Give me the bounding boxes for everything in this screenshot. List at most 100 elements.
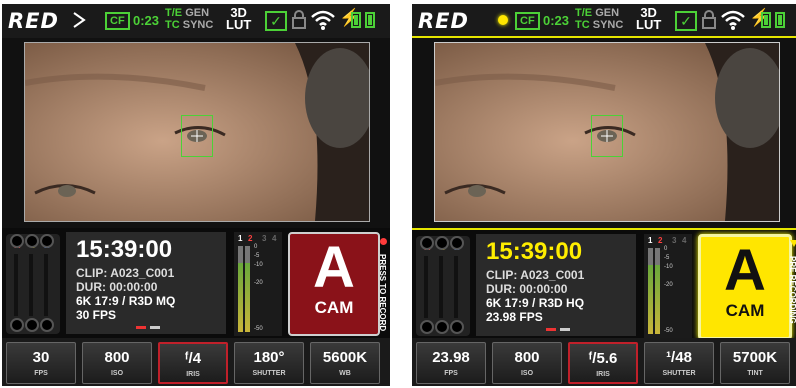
tc-label: TC	[575, 19, 590, 31]
knob-icon	[10, 234, 24, 248]
audio-meter[interactable]: 1 2 3 4 0 -5 -10 -20 -50	[644, 234, 692, 338]
focus-box[interactable]	[591, 115, 623, 157]
shutter-button[interactable]: 180° SHUTTER	[234, 342, 304, 384]
knob-icon	[10, 318, 24, 332]
checkbox-icon[interactable]: ✓	[265, 11, 287, 31]
channel-label: 1	[238, 234, 243, 243]
page-dot[interactable]	[560, 328, 570, 331]
fps-button[interactable]: 30 FPS	[6, 342, 76, 384]
cam-label: CAM	[725, 301, 765, 320]
lock-icon[interactable]	[701, 9, 717, 29]
battery-icon	[365, 12, 375, 28]
audio-meter[interactable]: 1 2 3 4 0 -5 -10 -20 -50	[234, 232, 282, 336]
wifi-icon[interactable]	[310, 9, 336, 31]
battery-icon	[351, 12, 361, 28]
iso-button[interactable]: 800 ISO	[492, 342, 562, 384]
red-logo: RED	[8, 9, 59, 33]
camera-screen-left: RED CF 0:23 T/E GEN TC SYNC 3D LUT ✓ ⚡ 1…	[2, 4, 390, 386]
rgb-histogram[interactable]: R G B	[6, 234, 60, 334]
wb-button[interactable]: 5600K WB	[310, 342, 380, 384]
status-panel: R G B 15:39:00 CLIP: A023_C001 DUR: 00:0…	[2, 228, 390, 338]
format: 6K 17:9 / R3D MQ	[76, 294, 176, 308]
wb-value: 5600K	[322, 349, 368, 366]
db-mark: 0	[664, 246, 668, 252]
knob-icon	[450, 320, 464, 334]
timecode-status[interactable]: T/E GEN TC SYNC	[165, 7, 213, 31]
knob-icon	[420, 320, 434, 334]
knob-icon	[435, 320, 449, 334]
wb-label: WB	[339, 370, 351, 377]
red-logo: RED	[418, 9, 469, 33]
iris-label: IRIS	[596, 371, 610, 378]
clip-name: CLIP: A023_C001	[76, 266, 175, 280]
knob-icon	[435, 236, 449, 250]
channel-label: 4	[272, 234, 277, 243]
press-to-record-label: PRESS TO RECORD	[378, 254, 387, 332]
iso-value: 800	[514, 349, 540, 366]
db-mark: -20	[254, 280, 263, 286]
level-bar	[648, 248, 653, 334]
db-mark: -50	[664, 328, 673, 334]
checkbox-icon[interactable]: ✓	[675, 11, 697, 31]
focus-box[interactable]	[181, 115, 213, 157]
crosshair-icon	[601, 130, 613, 142]
cam-letter: A	[724, 238, 766, 303]
te-label: T/E	[165, 7, 183, 19]
live-view[interactable]	[24, 42, 370, 222]
shutter-value: ¹/48	[666, 349, 692, 366]
page-dot-active[interactable]	[546, 328, 556, 331]
channel-label: 4	[682, 236, 687, 245]
iris-label: IRIS	[186, 371, 200, 378]
iris-button[interactable]: ᶠ/5.6 IRIS	[568, 342, 638, 384]
media-remaining-time: 0:23	[543, 13, 570, 28]
lut-bottom: LUT	[636, 17, 662, 32]
fps-value: 23.98	[432, 349, 470, 366]
rgb-histogram[interactable]: R G B	[416, 236, 470, 336]
page-dot-active[interactable]	[136, 326, 146, 329]
record-button[interactable]: A CAM	[288, 232, 380, 336]
db-mark: -5	[254, 253, 260, 259]
top-status-bar: RED CF 0:23 T/E GEN TC SYNC 3D LUT ✓ ⚡	[412, 4, 796, 38]
wifi-icon[interactable]	[720, 9, 746, 31]
tint-button[interactable]: 5700K TINT	[720, 342, 790, 384]
iso-value: 800	[104, 349, 130, 366]
media-cf-badge[interactable]: CF	[515, 12, 540, 30]
clip-info[interactable]: 15:39:00 CLIP: A023_C001 DUR: 00:00:00 6…	[476, 234, 636, 336]
fps-button[interactable]: 23.98 FPS	[416, 342, 486, 384]
gen-label: GEN	[185, 7, 210, 19]
top-status-bar: RED CF 0:23 T/E GEN TC SYNC 3D LUT ✓ ⚡	[2, 4, 390, 38]
page-dot[interactable]	[150, 326, 160, 329]
shutter-button[interactable]: ¹/48 SHUTTER	[644, 342, 714, 384]
lut-indicator[interactable]: 3D LUT	[636, 6, 662, 32]
lut-bottom: LUT	[226, 17, 252, 32]
timecode: 15:39:00	[486, 238, 583, 265]
knob-icon	[450, 236, 464, 250]
arrow-icon	[790, 240, 796, 247]
lut-indicator[interactable]: 3D LUT	[226, 6, 252, 32]
sync-label: SYNC	[182, 19, 214, 31]
knob-icon	[420, 236, 434, 250]
iso-button[interactable]: 800 ISO	[82, 342, 152, 384]
channel-label: 2	[658, 236, 663, 245]
live-view[interactable]	[434, 42, 780, 222]
record-status-dot-icon	[498, 15, 508, 25]
iris-value: ᶠ/5.6	[588, 350, 618, 367]
clip-info[interactable]: 15:39:00 CLIP: A023_C001 DUR: 00:00:00 6…	[66, 232, 226, 334]
media-cf-badge[interactable]: CF	[105, 12, 130, 30]
cam-label: CAM	[314, 298, 354, 317]
lock-icon[interactable]	[291, 9, 307, 29]
timecode-status[interactable]: T/E GEN TC SYNC	[575, 7, 623, 31]
tint-label: TINT	[747, 370, 763, 377]
media-remaining-time: 0:23	[133, 13, 160, 28]
db-mark: -20	[664, 282, 673, 288]
shutter-value: 180°	[253, 349, 285, 366]
level-bar	[655, 248, 660, 334]
shutter-label: SHUTTER	[252, 370, 286, 377]
tint-value: 5700K	[732, 349, 778, 366]
settings-bar: 23.98 FPS 800 ISO ᶠ/5.6 IRIS ¹/48 SHUTTER 57…	[412, 338, 796, 386]
iris-button[interactable]: ᶠ/4 IRIS	[158, 342, 228, 384]
timecode: 15:39:00	[76, 236, 173, 263]
db-mark: 0	[254, 244, 258, 250]
record-button[interactable]: A CAM	[698, 234, 792, 340]
db-mark: -50	[254, 326, 263, 332]
